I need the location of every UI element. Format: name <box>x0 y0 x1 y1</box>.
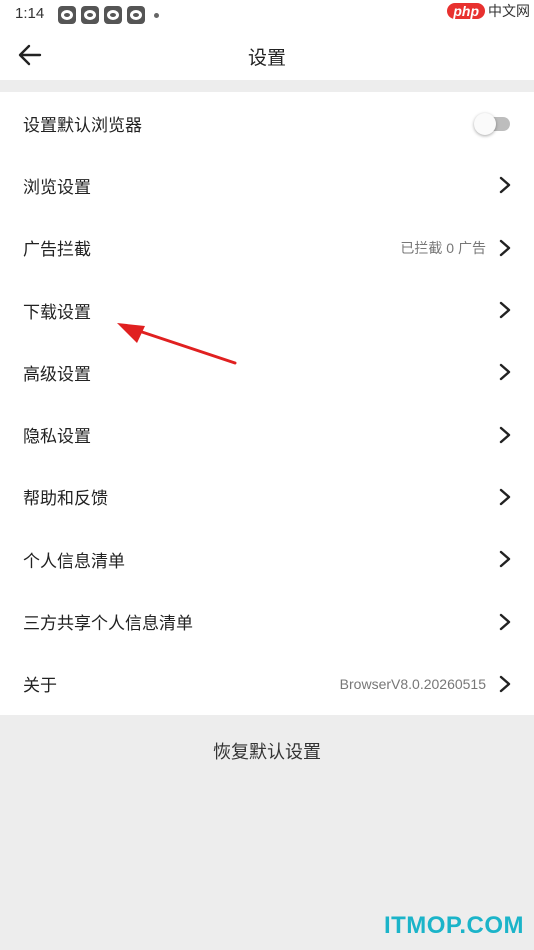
settings-list: 设置默认浏览器 浏览设置广告拦截 已拦截 0 广告下载设置高级设置隐私设置帮助和反馈… <box>0 92 534 715</box>
chevron-right-icon <box>499 239 511 256</box>
chevron-right-icon <box>499 551 511 568</box>
settings-row-label: 个人信息清单 <box>23 551 125 572</box>
chevron-right-icon <box>499 613 511 630</box>
chevron-right-icon <box>499 364 511 381</box>
settings-row-label: 隐私设置 <box>23 427 91 448</box>
notification-icons <box>58 6 159 24</box>
settings-row-help[interactable]: 帮助和反馈 <box>0 466 534 528</box>
default-browser-toggle[interactable] <box>474 113 512 136</box>
settings-row-label: 广告拦截 <box>23 240 91 261</box>
settings-row-value: 已拦截 0 广告 <box>400 239 486 256</box>
settings-row-privacy[interactable]: 隐私设置 <box>0 403 534 465</box>
more-notifications-dot-icon <box>154 12 159 18</box>
chevron-right-icon <box>499 177 511 194</box>
chevron-right-icon <box>499 675 511 693</box>
status-time: 1:14 <box>15 5 45 22</box>
settings-row-about[interactable]: 关于 BrowserV8.0.20260515 <box>0 653 534 715</box>
page-title: 设置 <box>247 47 286 69</box>
settings-row-label: 浏览设置 <box>23 177 91 198</box>
chevron-right-icon <box>499 301 511 319</box>
app-bar: 设置 <box>0 30 534 80</box>
app-notification-icon <box>58 6 76 24</box>
annotation-arrow-icon <box>117 323 237 365</box>
toggle-thumb <box>474 113 496 136</box>
settings-row-value: BrowserV8.0.20260515 <box>339 675 486 692</box>
app-notification-icon <box>104 6 122 24</box>
settings-row-label: 下载设置 <box>23 302 91 323</box>
settings-row-label: 设置默认浏览器 <box>23 115 142 136</box>
settings-row-label: 帮助和反馈 <box>23 489 108 510</box>
watermark-php: php 中文网 <box>447 0 530 22</box>
settings-row-download[interactable]: 下载设置 <box>0 279 534 341</box>
watermark-php-text: 中文网 <box>488 4 530 20</box>
chevron-right-icon <box>499 426 511 443</box>
settings-row-browse[interactable]: 浏览设置 <box>0 154 534 216</box>
watermark-itmop: ITMOP.COM <box>383 912 524 939</box>
settings-row-label: 关于 <box>23 676 57 697</box>
settings-row-default-browser[interactable]: 设置默认浏览器 <box>0 92 534 154</box>
settings-row-personal-info[interactable]: 个人信息清单 <box>0 528 534 590</box>
settings-row-ad-block[interactable]: 广告拦截 已拦截 0 广告 <box>0 217 534 279</box>
reset-defaults-button[interactable]: 恢复默认设置 <box>0 720 534 782</box>
app-notification-icon <box>127 6 145 24</box>
settings-row-advanced[interactable]: 高级设置 <box>0 341 534 403</box>
settings-row-third-party[interactable]: 三方共享个人信息清单 <box>0 590 534 652</box>
app-notification-icon <box>81 6 99 24</box>
watermark-php-logo: php <box>447 3 485 19</box>
settings-row-label: 三方共享个人信息清单 <box>23 614 193 635</box>
chevron-right-icon <box>499 488 511 506</box>
settings-row-label: 高级设置 <box>23 364 91 385</box>
status-bar: 1:14 php 中文网 <box>0 0 534 30</box>
